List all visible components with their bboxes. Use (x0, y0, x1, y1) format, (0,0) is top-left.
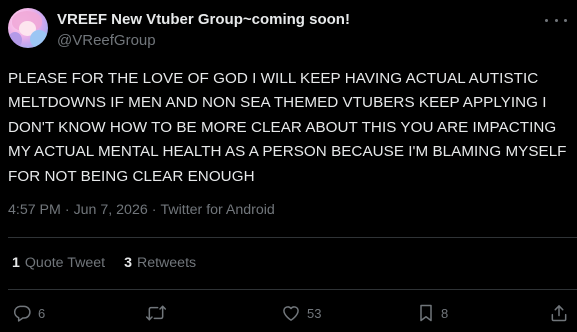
share-button[interactable] (549, 300, 569, 326)
retweet-button[interactable] (145, 300, 167, 326)
divider (8, 237, 577, 238)
more-dot-icon (554, 18, 558, 22)
bookmark-icon (417, 303, 435, 323)
quote-tweets-stat[interactable]: 1 Quote Tweet (12, 255, 105, 271)
more-options-button[interactable] (545, 12, 567, 28)
avatar[interactable] (8, 8, 48, 48)
like-button[interactable]: 53 (281, 300, 321, 326)
divider (8, 289, 577, 290)
engagement-stats: 1 Quote Tweet 3 Retweets (12, 255, 196, 271)
more-dot-icon (545, 18, 548, 22)
tweet-source: Twitter for Android (160, 202, 275, 218)
heart-icon (281, 303, 301, 323)
reply-button[interactable]: 6 (12, 300, 45, 326)
action-bar: 6 53 8 (0, 300, 577, 326)
meta-separator: · (64, 202, 70, 218)
tweet-text: PLEASE FOR THE LOVE OF GOD I WILL KEEP H… (8, 70, 567, 185)
quote-count: 1 (12, 255, 20, 271)
user-handle[interactable]: @VReefGroup (57, 32, 156, 49)
like-count: 53 (307, 305, 322, 321)
share-icon (549, 303, 569, 323)
retweet-label: Retweets (136, 255, 197, 271)
retweets-stat[interactable]: 3 Retweets (124, 255, 196, 271)
retweet-icon (145, 303, 167, 323)
avatar-accent-blue (30, 30, 48, 48)
bookmark-button[interactable]: 8 (417, 300, 448, 326)
meta-separator: · (151, 202, 157, 218)
tweet-card: VREEF New Vtuber Group~coming soon! @VRe… (0, 0, 577, 332)
tweet-meta: 4:57 PM · Jun 7, 2026 · Twitter for Android (8, 202, 275, 218)
reply-icon (12, 303, 32, 323)
retweet-count: 3 (124, 255, 132, 271)
reply-count: 6 (38, 305, 46, 321)
more-dot-icon (564, 18, 567, 22)
avatar-accent-purple (8, 32, 22, 48)
quote-label: Quote Tweet (24, 255, 106, 271)
tweet-time[interactable]: 4:57 PM (8, 202, 61, 218)
display-name[interactable]: VREEF New Vtuber Group~coming soon! (57, 11, 350, 28)
bookmark-count: 8 (441, 305, 449, 321)
tweet-date[interactable]: Jun 7, 2026 (74, 202, 148, 218)
